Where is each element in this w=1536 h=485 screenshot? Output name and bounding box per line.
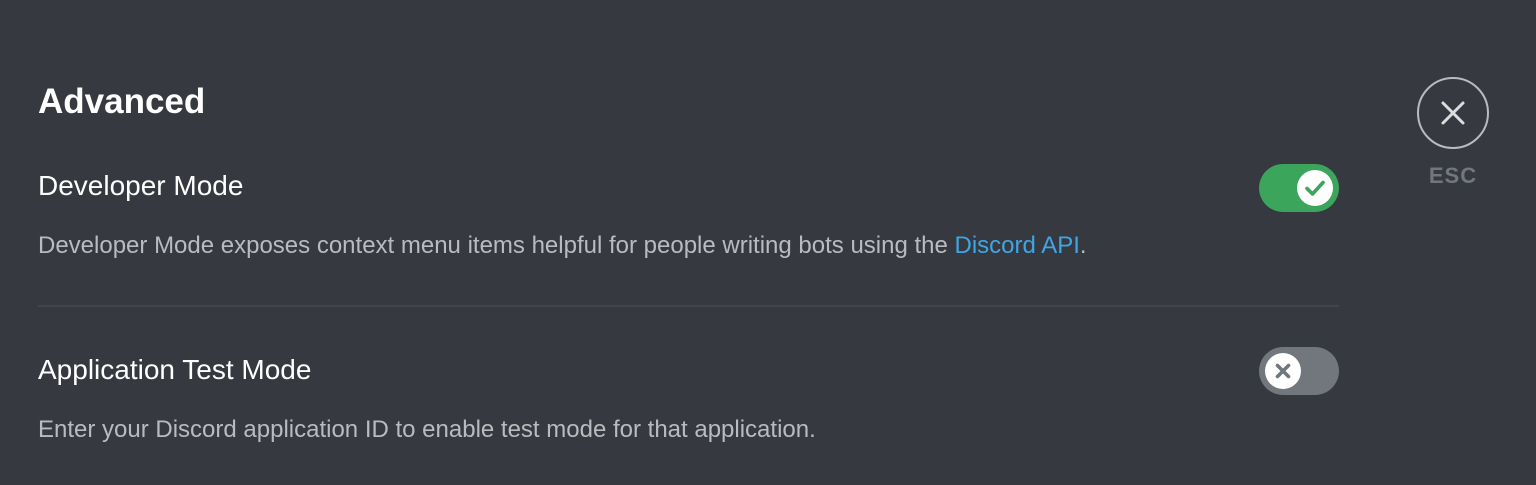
description-suffix: .: [1079, 232, 1087, 259]
toggle-knob: [1297, 170, 1333, 206]
close-control: ESC: [1417, 77, 1489, 189]
developer-mode-toggle[interactable]: [1259, 164, 1339, 212]
setting-description-application-test-mode: Enter your Discord application ID to ena…: [38, 416, 816, 443]
description-text: Developer Mode exposes context menu item…: [38, 232, 955, 259]
x-icon: [1275, 363, 1291, 379]
close-button[interactable]: [1417, 77, 1489, 149]
setting-description-developer-mode: Developer Mode exposes context menu item…: [38, 230, 1087, 262]
setting-application-test-mode: Application Test Mode Enter your Discord…: [38, 347, 1339, 462]
discord-api-link[interactable]: Discord API: [955, 232, 1080, 259]
setting-title-developer-mode: Developer Mode: [38, 170, 244, 201]
toggle-knob: [1265, 353, 1301, 389]
section-title: Advanced: [38, 82, 206, 121]
setting-developer-mode: Developer Mode Developer Mode exposes co…: [38, 164, 1339, 278]
application-test-mode-toggle[interactable]: [1259, 347, 1339, 395]
esc-label: ESC: [1428, 163, 1478, 188]
settings-page: Advanced Developer Mode Developer Mode e…: [0, 0, 1536, 485]
divider: [38, 305, 1339, 307]
setting-title-application-test-mode: Application Test Mode: [38, 354, 312, 385]
close-icon: [1441, 101, 1465, 125]
check-icon: [1305, 180, 1325, 196]
